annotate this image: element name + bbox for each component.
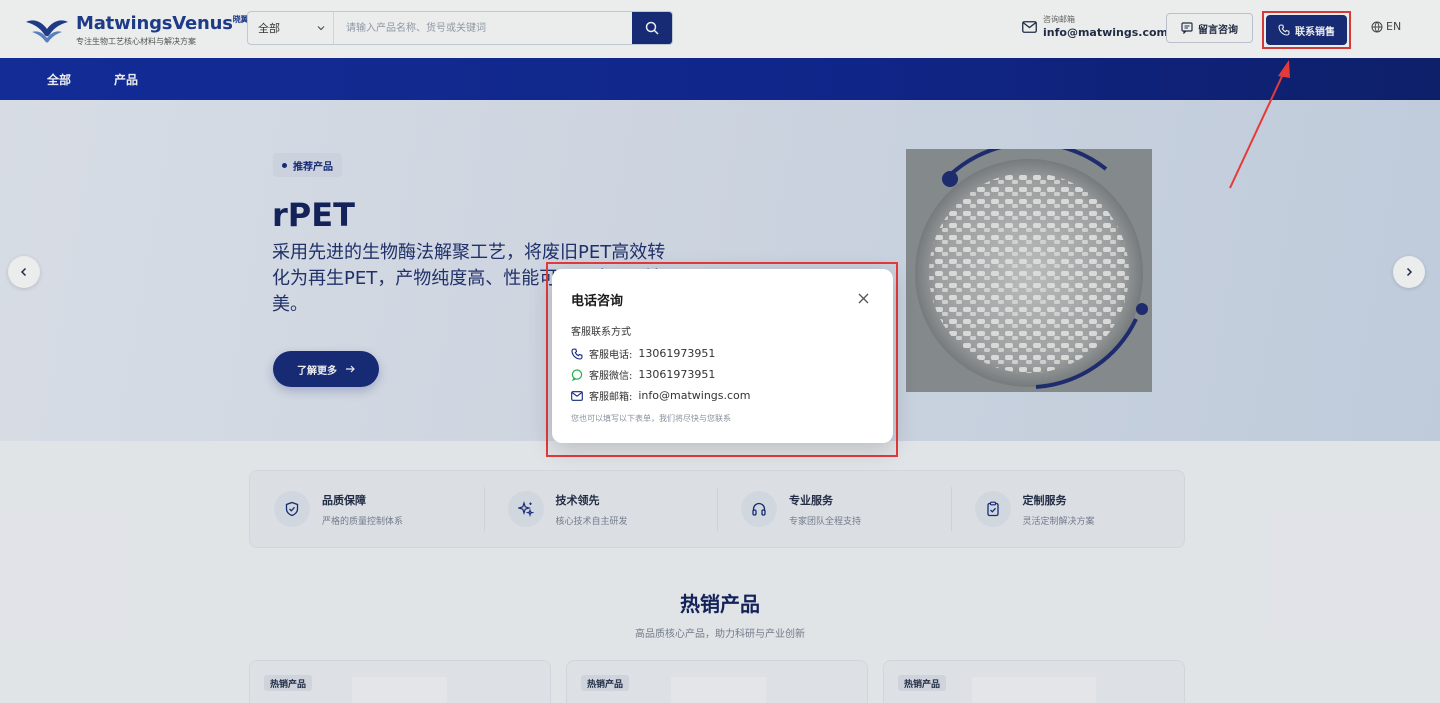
wechat-icon <box>571 368 583 381</box>
wechat-value[interactable]: 13061973951 <box>638 368 715 381</box>
phone-label: 客服电话: <box>589 350 633 361</box>
wechat-label: 客服微信: <box>589 371 633 382</box>
dialog-title: 电话咨询 <box>571 294 624 309</box>
dialog-note: 您也可以填写以下表单，我们将尽快与您联系 <box>571 414 731 423</box>
email-label: 客服邮箱: <box>589 392 633 403</box>
email-value[interactable]: info@matwings.com <box>638 389 750 402</box>
phone-icon <box>571 347 583 360</box>
close-button[interactable] <box>856 291 870 305</box>
close-icon <box>858 293 868 303</box>
phone-value[interactable]: 13061973951 <box>638 347 715 360</box>
wechat-row: 客服微信: 13061973951 <box>571 367 715 382</box>
phone-row: 客服电话: 13061973951 <box>571 346 715 361</box>
phone-consult-dialog: 电话咨询 客服联系方式 客服电话: 13061973951 客服微信: 1306… <box>552 269 893 443</box>
email-row: 客服邮箱: info@matwings.com <box>571 388 751 403</box>
mail-icon <box>571 390 583 401</box>
dialog-subtitle: 客服联系方式 <box>571 327 631 338</box>
